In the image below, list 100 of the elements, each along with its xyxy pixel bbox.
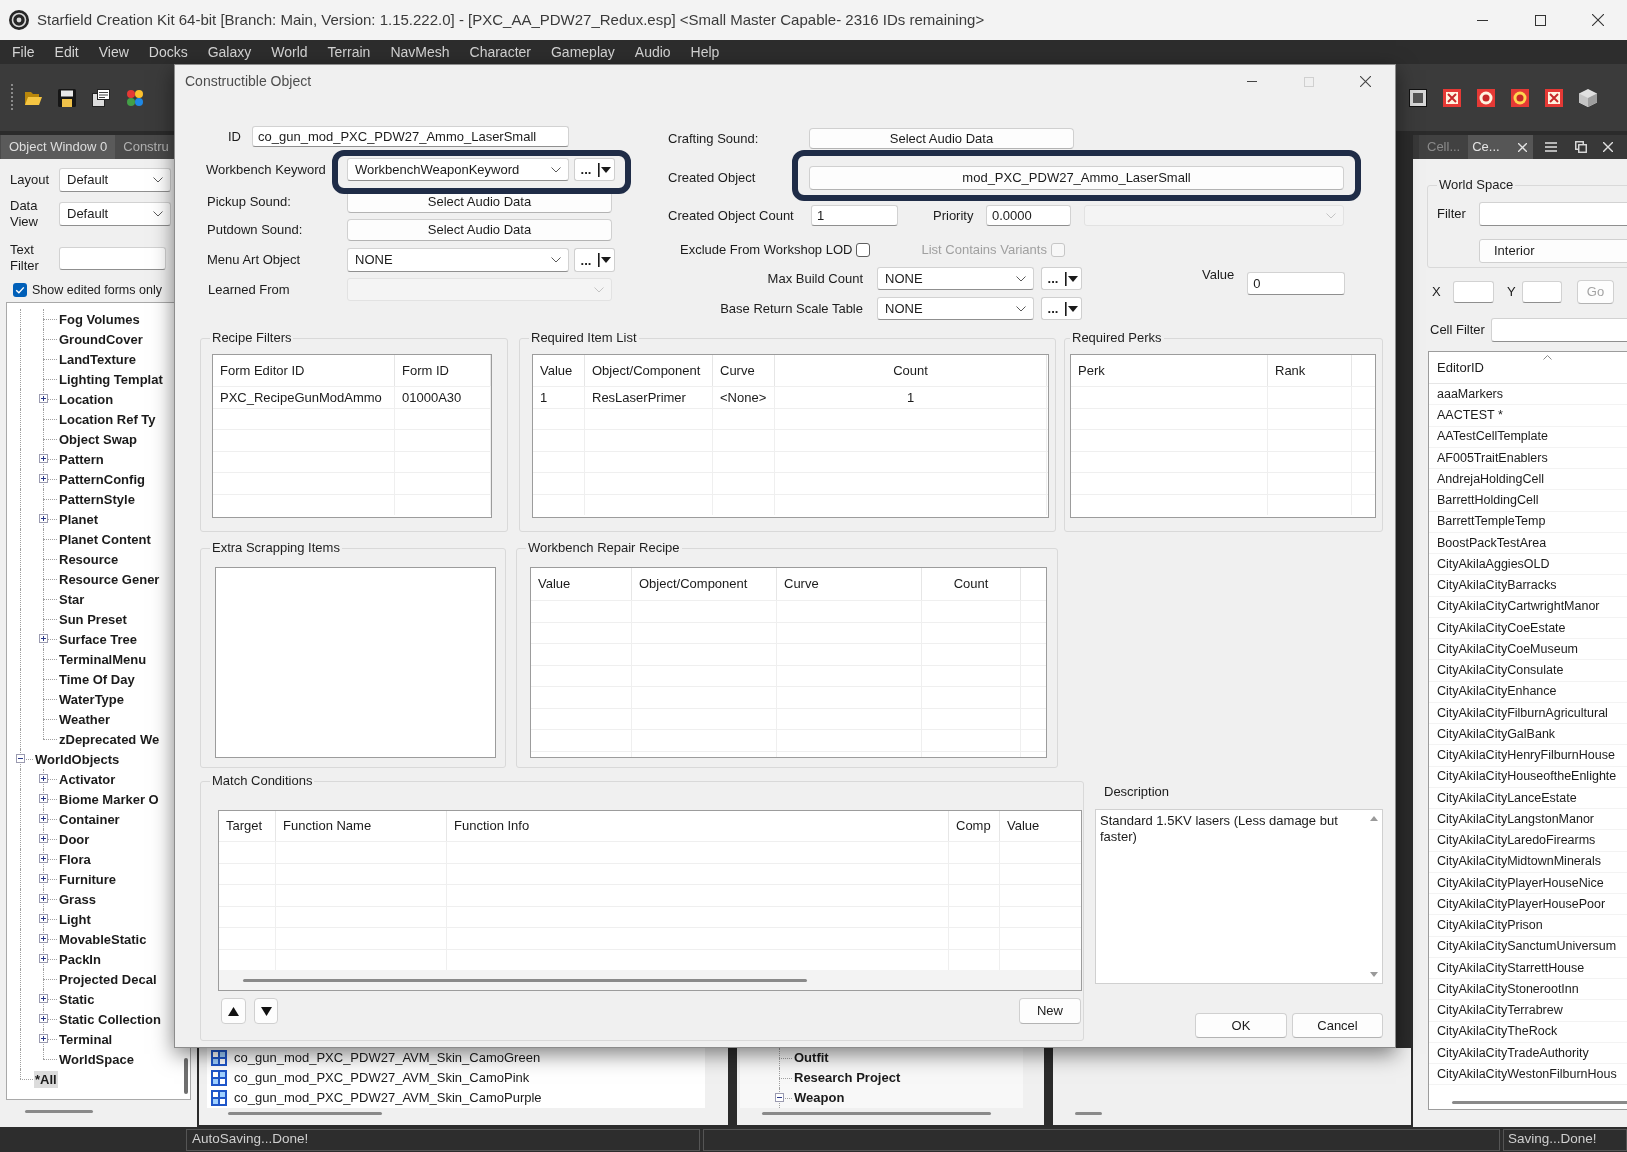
tree-item[interactable]: Outfit	[794, 1048, 829, 1068]
expand-icon[interactable]	[39, 814, 48, 823]
scrollbar-thumb[interactable]	[1075, 1112, 1102, 1115]
tree-item[interactable]: PackIn	[58, 950, 102, 968]
list-item[interactable]: CityAkilaCityMidtownMinerals	[1429, 851, 1627, 873]
dropdown[interactable]: WorkbenchWeaponKeyword	[347, 158, 569, 181]
list-item[interactable]: co_gun_mod_PXC_PDW27_AVM_Skin_CamoPurple	[234, 1088, 542, 1108]
tree-item[interactable]: Surface Tree	[58, 630, 139, 648]
count-field[interactable]: 1	[811, 205, 898, 226]
column-header[interactable]: Function Name	[276, 811, 447, 841]
list-item[interactable]: CityAkilaCityHouseoftheEnlighte	[1429, 766, 1627, 788]
column-header[interactable]: Object/Component	[585, 355, 713, 386]
list-item[interactable]: CityAkilaCityCartwrightManor	[1429, 596, 1627, 618]
list-item[interactable]: CityAkilaCitySanctumUniversum	[1429, 936, 1627, 958]
panel-tab[interactable]: Object Window 0	[1, 135, 116, 159]
list-item[interactable]: CityAkilaCityWestonFilburnHous	[1429, 1064, 1627, 1086]
priority-field[interactable]: 0.0000	[986, 205, 1071, 226]
copy-icon[interactable]	[1574, 141, 1587, 153]
tree-item[interactable]: Furniture	[58, 870, 118, 888]
menu-item[interactable]: View	[98, 44, 129, 60]
list-item[interactable]: CityAkilaCityLanceEstate	[1429, 787, 1627, 809]
tree-item[interactable]: Flora	[58, 850, 92, 868]
scrollbar-thumb[interactable]	[25, 1110, 93, 1113]
list-item[interactable]: CityAkilaCityFilburnAgricultural	[1429, 702, 1627, 724]
dropdown-arrow-button[interactable]	[1064, 297, 1082, 320]
dropdown-arrow-button[interactable]	[597, 248, 615, 272]
scroll-up-icon[interactable]	[1369, 816, 1378, 821]
menu-item[interactable]: NavMesh	[390, 44, 450, 60]
tree-item[interactable]: Door	[58, 830, 91, 848]
list-item[interactable]: AACTEST *	[1429, 405, 1627, 427]
new-button[interactable]: New	[1019, 998, 1081, 1024]
move-down-button[interactable]	[254, 998, 278, 1024]
list-item[interactable]: CityAkilaCityTheRock	[1429, 1021, 1627, 1043]
collapse-icon[interactable]	[16, 754, 25, 763]
expand-icon[interactable]	[39, 874, 48, 883]
column-header[interactable]: Perk	[1071, 355, 1268, 386]
expand-icon[interactable]	[39, 394, 48, 403]
dropdown[interactable]: Interior	[1479, 239, 1627, 263]
list-item[interactable]: CityAkilaCityTradeAuthority	[1429, 1042, 1627, 1064]
expand-icon[interactable]	[39, 1034, 48, 1043]
cross-square-icon[interactable]	[1545, 88, 1563, 107]
tree-item[interactable]: Terminal	[58, 1030, 114, 1048]
dialog-button[interactable]: Cancel	[1292, 1013, 1383, 1038]
list-item[interactable]: CityAkilaCityTerrabrew	[1429, 1000, 1627, 1022]
expand-icon[interactable]	[39, 834, 48, 843]
description-field[interactable]: Standard 1.5KV lasers (Less damage but faster)	[1095, 809, 1383, 984]
list-item[interactable]: CityAkilaCityCoeEstate	[1429, 617, 1627, 639]
list-item[interactable]: CityAkilaCityGalBank	[1429, 724, 1627, 746]
scrollbar-thumb[interactable]	[184, 1058, 188, 1094]
tree-item[interactable]: Object Swap	[58, 430, 139, 448]
tree-item[interactable]: Static Collection	[58, 1010, 162, 1028]
filter-field[interactable]	[1479, 202, 1627, 226]
window-frame-icon[interactable]	[1409, 88, 1427, 107]
dropdown[interactable]: Default	[59, 168, 171, 192]
tree-item[interactable]: PatternStyle	[58, 490, 136, 508]
list-item[interactable]: aaaMarkers	[1429, 384, 1627, 406]
tree-item[interactable]: PatternConfig	[58, 470, 146, 488]
column-header[interactable]: Value	[531, 568, 632, 600]
list-item[interactable]: AndrejaHoldingCell	[1429, 469, 1627, 491]
menu-item[interactable]: Help	[690, 44, 720, 60]
dropdown[interactable]: Default	[59, 202, 171, 226]
filter-field[interactable]	[1491, 318, 1627, 342]
value-field[interactable]: 0	[1247, 272, 1346, 295]
list-item[interactable]: CityAkilaCityConsulate	[1429, 660, 1627, 682]
list-item[interactable]: CityAkilaCityPlayerHousePoor	[1429, 894, 1627, 916]
list-item[interactable]: CityAkilaCityPrison	[1429, 915, 1627, 937]
tree-item[interactable]: Weather	[58, 710, 112, 728]
expand-icon[interactable]	[39, 474, 48, 483]
tree-item[interactable]: MovableStatic	[58, 930, 148, 948]
id-field[interactable]: co_gun_mod_PXC_PDW27_Ammo_LaserSmall	[252, 126, 569, 147]
tree-item[interactable]: Location Ref Ty	[58, 410, 157, 428]
expand-icon[interactable]	[39, 894, 48, 903]
tree-item[interactable]: Resource Gener	[58, 570, 161, 588]
menu-item[interactable]: Terrain	[327, 44, 371, 60]
tree-item[interactable]: LandTexture	[58, 350, 138, 368]
expand-icon[interactable]	[39, 854, 48, 863]
list-item[interactable]: CityAkilaCityCoeMuseum	[1429, 639, 1627, 661]
list-item[interactable]: CityAkilaCityPlayerHouseNice	[1429, 872, 1627, 894]
tree-item[interactable]: WorldSpace	[58, 1050, 135, 1068]
close-icon[interactable]	[1602, 142, 1613, 152]
dropdown[interactable]: NONE	[877, 297, 1034, 320]
tree-item[interactable]: Lighting Templat	[58, 370, 164, 388]
menu-item[interactable]: Galaxy	[207, 44, 252, 60]
tree-item[interactable]: Planet	[58, 510, 99, 528]
list-item[interactable]: BoostPackTestArea	[1429, 532, 1627, 554]
dialog-button[interactable]: OK	[1195, 1013, 1287, 1038]
scrollbar-thumb[interactable]	[1452, 1100, 1627, 1104]
list-item[interactable]: CityAkilaCityStonerootInn	[1429, 979, 1627, 1001]
tree-item[interactable]: Weapon	[794, 1088, 845, 1108]
list-item[interactable]: CityAkilaCityBarracks	[1429, 575, 1627, 597]
tree-item[interactable]: Sun Preset	[58, 610, 128, 628]
tree-item[interactable]: WorldObjects	[34, 750, 121, 768]
tree-item[interactable]: Container	[58, 810, 121, 828]
dots-icon[interactable]	[126, 88, 144, 107]
dropdown-arrow-button[interactable]	[1064, 267, 1082, 290]
tree-item[interactable]: Planet Content	[58, 530, 152, 548]
documents-icon[interactable]	[92, 88, 110, 107]
list-item[interactable]: CityAkilaCityStarrettHouse	[1429, 957, 1627, 979]
expand-icon[interactable]	[39, 774, 48, 783]
list-item[interactable]: CityAkilaCityLangstonManor	[1429, 809, 1627, 831]
